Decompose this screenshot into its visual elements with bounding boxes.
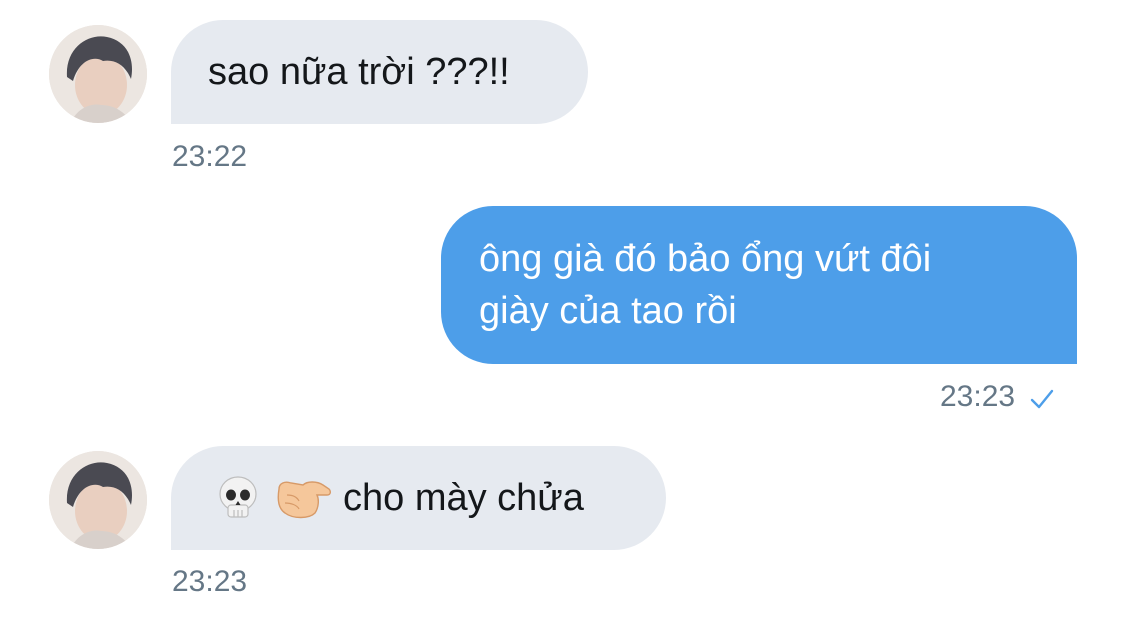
checkmark-icon — [1029, 385, 1055, 411]
message-text: sao nữa trời ???!! — [208, 51, 510, 93]
incoming-message-bubble[interactable]: sao nữa trời ???!! — [171, 20, 588, 124]
user-avatar[interactable] — [49, 25, 147, 123]
outgoing-message-bubble[interactable]: ông già đó bảo ổng vứt đôi giày của tao … — [441, 206, 1077, 364]
message-text-line: giày của tao rồi — [479, 290, 737, 332]
message-text-line: ông già đó bảo ổng vứt đôi — [479, 238, 932, 280]
avatar-photo-icon — [49, 451, 147, 549]
incoming-message-bubble[interactable]: cho mày chửa — [171, 446, 666, 550]
message-text: cho mày chửa — [343, 477, 584, 519]
avatar-photo-icon — [49, 25, 147, 123]
pointing-finger-emoji — [273, 473, 333, 523]
message-timestamp: 23:22 — [172, 140, 248, 173]
skull-emoji — [213, 473, 263, 523]
message-status: 23:23 — [940, 379, 1055, 415]
message-timestamp: 23:23 — [940, 380, 1016, 413]
user-avatar[interactable] — [49, 451, 147, 549]
message-timestamp: 23:23 — [172, 565, 248, 598]
